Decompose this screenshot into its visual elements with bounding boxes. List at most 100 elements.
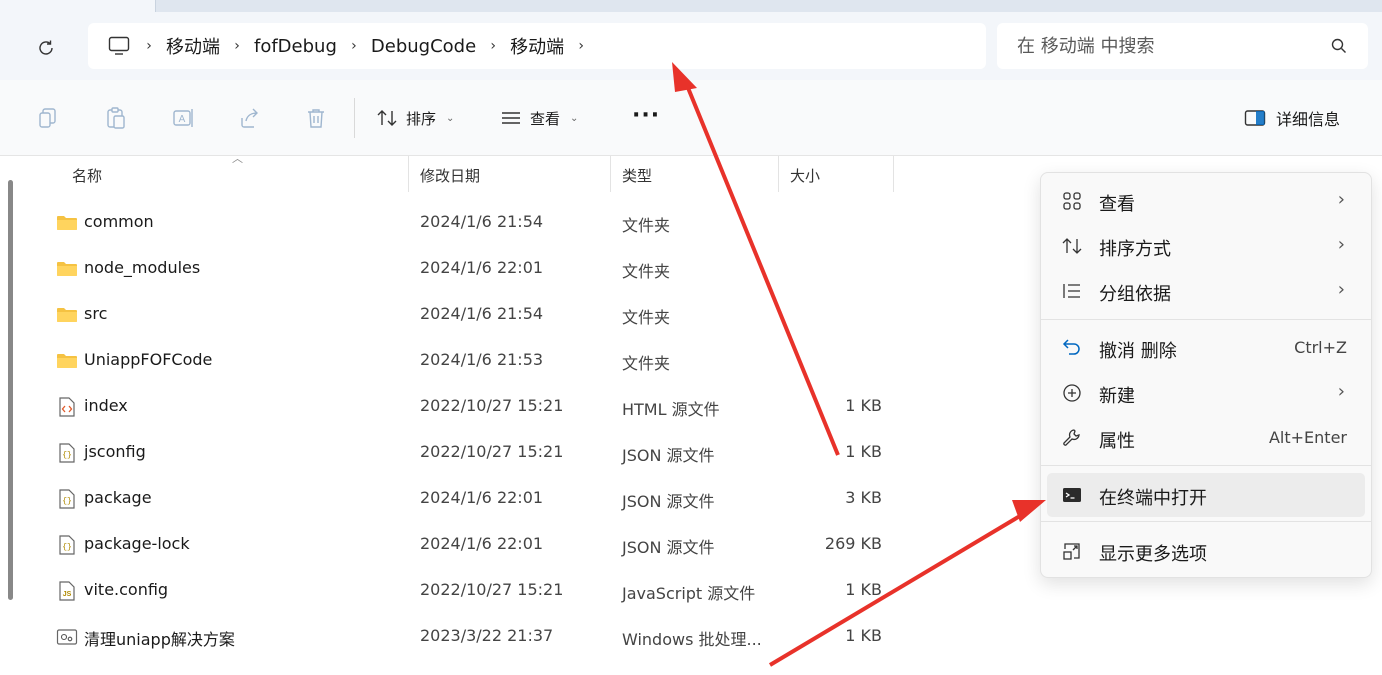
file-row[interactable]: {} package-lock 2024/1/6 22:01 JSON 源文件 … bbox=[50, 522, 900, 568]
delete-icon[interactable] bbox=[304, 106, 328, 130]
menu-item-label: 属性 bbox=[1099, 431, 1135, 452]
svg-text:{}: {} bbox=[62, 543, 72, 552]
menu-item-label: 排序方式 bbox=[1099, 239, 1171, 260]
paste-icon[interactable] bbox=[104, 106, 128, 130]
refresh-button[interactable] bbox=[30, 32, 62, 64]
chevron-right-icon: › bbox=[1337, 381, 1345, 402]
file-row[interactable]: {} package 2024/1/6 22:01 JSON 源文件 3 KB bbox=[50, 476, 900, 522]
breadcrumb-item-current[interactable]: 移动端 bbox=[510, 33, 564, 59]
search-icon[interactable] bbox=[1330, 37, 1348, 55]
breadcrumb-item-mobile[interactable]: 移动端 bbox=[166, 33, 220, 59]
file-modified: 2022/10/27 15:21 bbox=[420, 396, 564, 415]
file-name: node_modules bbox=[84, 258, 201, 277]
column-divider[interactable] bbox=[778, 156, 779, 192]
js-file-icon: JS bbox=[59, 581, 75, 601]
tab-strip bbox=[0, 0, 1382, 12]
file-type: HTML 源文件 bbox=[622, 400, 720, 419]
file-row[interactable]: UniappFOFCode 2024/1/6 21:53 文件夹 bbox=[50, 338, 900, 384]
menu-item-view[interactable]: 查看 › bbox=[1047, 179, 1365, 223]
file-modified: 2024/1/6 22:01 bbox=[420, 258, 544, 277]
file-type: 文件夹 bbox=[622, 216, 671, 235]
menu-item-undo-delete[interactable]: 撤消 删除 Ctrl+Z bbox=[1047, 326, 1365, 370]
file-modified: 2022/10/27 15:21 bbox=[420, 442, 564, 461]
file-row[interactable]: 清理uniapp解决方案 2023/3/22 21:37 Windows 批处理… bbox=[50, 614, 900, 660]
sort-icon bbox=[1062, 238, 1082, 254]
column-header-size[interactable]: 大小 bbox=[790, 165, 820, 186]
file-row[interactable]: index 2022/10/27 15:21 HTML 源文件 1 KB bbox=[50, 384, 900, 430]
scrollbar[interactable] bbox=[8, 180, 13, 600]
menu-item-group-by[interactable]: 分组依据 › bbox=[1047, 269, 1365, 313]
breadcrumb-item-debugcode[interactable]: DebugCode bbox=[371, 36, 476, 57]
column-divider[interactable] bbox=[408, 156, 409, 192]
menu-item-properties[interactable]: 属性 Alt+Enter bbox=[1047, 416, 1365, 460]
sort-label: 排序 bbox=[406, 109, 437, 128]
column-header-type[interactable]: 类型 bbox=[622, 165, 652, 186]
sort-button[interactable]: 排序 ⌄ bbox=[376, 102, 454, 134]
more-options-icon bbox=[1063, 543, 1080, 560]
file-row[interactable]: node_modules 2024/1/6 22:01 文件夹 bbox=[50, 246, 900, 292]
file-row[interactable]: JS vite.config 2022/10/27 15:21 JavaScri… bbox=[50, 568, 900, 614]
file-type: JSON 源文件 bbox=[622, 446, 715, 465]
menu-item-shortcut: Alt+Enter bbox=[1268, 428, 1347, 447]
column-header-modified[interactable]: 修改日期 bbox=[420, 165, 480, 186]
menu-item-label: 分组依据 bbox=[1099, 284, 1171, 305]
view-label: 查看 bbox=[530, 109, 561, 128]
details-label: 详细信息 bbox=[1276, 110, 1341, 129]
active-tab[interactable] bbox=[0, 0, 156, 12]
command-bar: A 排序 ⌄ 查看 ⌄ ··· 详细信息 bbox=[0, 80, 1382, 156]
group-icon bbox=[1063, 284, 1080, 298]
file-modified: 2024/1/6 21:54 bbox=[420, 304, 544, 323]
view-button[interactable]: 查看 ⌄ bbox=[500, 102, 578, 134]
file-name: common bbox=[84, 212, 154, 231]
rename-icon[interactable]: A bbox=[172, 106, 196, 130]
file-size: 1 KB bbox=[845, 396, 882, 415]
menu-item-new[interactable]: 新建 › bbox=[1047, 371, 1365, 415]
file-row[interactable]: src 2024/1/6 21:54 文件夹 bbox=[50, 292, 900, 338]
file-modified: 2024/1/6 21:54 bbox=[420, 212, 544, 231]
file-size: 3 KB bbox=[845, 488, 882, 507]
folder-icon bbox=[57, 262, 77, 276]
this-pc-icon[interactable] bbox=[108, 34, 132, 58]
breadcrumb-separator[interactable]: › bbox=[476, 38, 510, 54]
breadcrumb-separator[interactable]: › bbox=[564, 38, 598, 54]
context-menu: 查看 › 排序方式 › 分组依据 › 撤消 删除 Ctrl+Z 新建 › 属性 … bbox=[1040, 172, 1372, 578]
search-input[interactable] bbox=[1017, 35, 1317, 57]
column-headers: ︿ 名称 修改日期 类型 大小 bbox=[0, 152, 900, 194]
file-row[interactable]: {} jsconfig 2022/10/27 15:21 JSON 源文件 1 … bbox=[50, 430, 900, 476]
search-box[interactable] bbox=[997, 23, 1368, 69]
copy-icon[interactable] bbox=[36, 106, 60, 130]
address-bar[interactable]: › 移动端 › fofDebug › DebugCode › 移动端 › bbox=[88, 23, 986, 69]
file-type: JavaScript 源文件 bbox=[622, 584, 756, 603]
column-header-name[interactable]: 名称 bbox=[72, 165, 102, 186]
file-name: package bbox=[84, 488, 152, 507]
menu-item-sort-by[interactable]: 排序方式 › bbox=[1047, 224, 1365, 268]
column-divider[interactable] bbox=[610, 156, 611, 192]
toolbar-divider bbox=[354, 98, 355, 138]
share-icon[interactable] bbox=[238, 106, 262, 130]
menu-item-label: 显示更多选项 bbox=[1099, 544, 1207, 565]
more-button[interactable]: ··· bbox=[632, 102, 660, 130]
menu-item-open-in-terminal[interactable]: 在终端中打开 bbox=[1047, 473, 1365, 517]
terminal-icon bbox=[1063, 488, 1081, 502]
breadcrumb-separator[interactable]: › bbox=[132, 38, 166, 54]
file-size: 269 KB bbox=[824, 534, 882, 553]
file-name: src bbox=[84, 304, 108, 323]
svg-text:JS: JS bbox=[63, 591, 72, 598]
file-row[interactable]: common 2024/1/6 21:54 文件夹 bbox=[50, 200, 900, 246]
sort-indicator-icon: ︿ bbox=[232, 152, 243, 165]
column-divider[interactable] bbox=[893, 156, 894, 192]
chevron-right-icon: › bbox=[1337, 234, 1345, 255]
view-list-icon bbox=[502, 112, 520, 124]
menu-item-show-more-options[interactable]: 显示更多选项 bbox=[1047, 529, 1365, 573]
breadcrumb-item-fofdebug[interactable]: fofDebug bbox=[254, 36, 337, 57]
file-name: UniappFOFCode bbox=[84, 350, 213, 369]
menu-item-label: 在终端中打开 bbox=[1099, 488, 1207, 509]
breadcrumb-separator[interactable]: › bbox=[337, 38, 371, 54]
folder-icon bbox=[57, 354, 77, 368]
refresh-icon bbox=[39, 40, 53, 55]
grid-icon bbox=[1063, 192, 1081, 210]
breadcrumb-separator[interactable]: › bbox=[220, 38, 254, 54]
details-pane-button[interactable]: 详细信息 bbox=[1244, 102, 1340, 134]
details-pane-icon bbox=[1244, 110, 1266, 126]
file-name: package-lock bbox=[84, 534, 190, 553]
